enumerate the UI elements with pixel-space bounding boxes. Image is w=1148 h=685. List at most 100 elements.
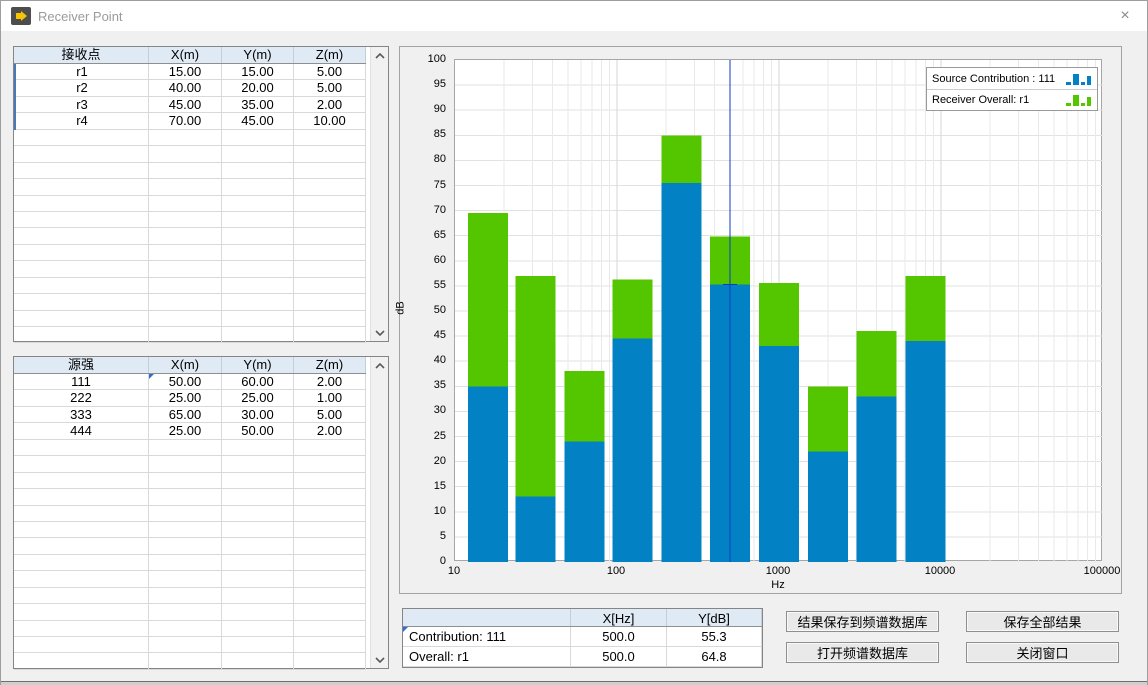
table-row[interactable] bbox=[14, 604, 366, 620]
spectrum-chart[interactable] bbox=[455, 60, 1103, 562]
table-cell[interactable] bbox=[14, 261, 149, 277]
table-cell[interactable] bbox=[149, 440, 222, 456]
table-cell[interactable] bbox=[149, 637, 222, 653]
table-row[interactable] bbox=[14, 146, 366, 162]
table-cell[interactable] bbox=[222, 621, 294, 637]
table-cell[interactable] bbox=[149, 163, 222, 179]
table-row[interactable] bbox=[14, 130, 366, 146]
table-cell[interactable] bbox=[149, 228, 222, 244]
table-cell[interactable] bbox=[14, 538, 149, 554]
table-cell[interactable] bbox=[294, 506, 366, 522]
legend-item-overall[interactable]: Receiver Overall: r1 bbox=[927, 89, 1097, 110]
table-cell[interactable]: r1 bbox=[16, 64, 149, 80]
table-cell[interactable] bbox=[222, 637, 294, 653]
table-row[interactable] bbox=[14, 294, 366, 310]
table-row[interactable]: r240.0020.005.00 bbox=[14, 80, 366, 96]
scroll-up-icon[interactable] bbox=[371, 47, 388, 64]
table-cell[interactable] bbox=[149, 196, 222, 212]
table-cell[interactable]: Overall: r1 bbox=[403, 647, 571, 667]
table-cell[interactable]: 500.0 bbox=[571, 627, 667, 647]
table-cell[interactable] bbox=[222, 196, 294, 212]
table-cell[interactable] bbox=[149, 456, 222, 472]
table-cell[interactable] bbox=[294, 604, 366, 620]
table-cell[interactable] bbox=[149, 473, 222, 489]
table-row[interactable]: 22225.0025.001.00 bbox=[14, 390, 366, 406]
table-cell[interactable] bbox=[14, 653, 149, 669]
table-cell[interactable] bbox=[14, 473, 149, 489]
scroll-down-icon[interactable] bbox=[371, 324, 388, 341]
table-cell[interactable] bbox=[294, 588, 366, 604]
table-cell[interactable] bbox=[14, 637, 149, 653]
table-cell[interactable]: 45.00 bbox=[149, 97, 222, 113]
table-cell[interactable] bbox=[294, 522, 366, 538]
table-cell[interactable] bbox=[294, 196, 366, 212]
table-cell[interactable] bbox=[222, 212, 294, 228]
table-cell[interactable]: r2 bbox=[16, 80, 149, 96]
table-row[interactable]: 33365.0030.005.00 bbox=[14, 407, 366, 423]
table-cell[interactable] bbox=[14, 604, 149, 620]
table-cell[interactable] bbox=[14, 212, 149, 228]
table-cell[interactable] bbox=[149, 278, 222, 294]
table-cell[interactable]: 444 bbox=[14, 423, 149, 439]
table-cell[interactable] bbox=[14, 588, 149, 604]
table-cell[interactable] bbox=[294, 228, 366, 244]
table-cell[interactable]: 45.00 bbox=[222, 113, 294, 129]
table-cell[interactable] bbox=[294, 571, 366, 587]
table-cell[interactable] bbox=[294, 621, 366, 637]
table-cell[interactable]: 2.00 bbox=[294, 97, 366, 113]
table-row[interactable] bbox=[14, 278, 366, 294]
table-row[interactable] bbox=[14, 621, 366, 637]
table-cell[interactable]: 222 bbox=[14, 390, 149, 406]
table-cell[interactable] bbox=[149, 571, 222, 587]
table-cell[interactable] bbox=[14, 245, 149, 261]
close-window-button[interactable]: 关闭窗口 bbox=[966, 642, 1119, 663]
table-cell[interactable] bbox=[294, 440, 366, 456]
table-cell[interactable] bbox=[222, 538, 294, 554]
table-cell[interactable] bbox=[222, 294, 294, 310]
table-cell[interactable] bbox=[222, 588, 294, 604]
table-cell[interactable] bbox=[294, 278, 366, 294]
table-cell[interactable] bbox=[149, 538, 222, 554]
table-cell[interactable] bbox=[149, 130, 222, 146]
table-row[interactable] bbox=[14, 261, 366, 277]
table-row[interactable] bbox=[14, 196, 366, 212]
table-cell[interactable] bbox=[149, 522, 222, 538]
table-cell[interactable]: 333 bbox=[14, 407, 149, 423]
table-cell[interactable] bbox=[294, 261, 366, 277]
table-cell[interactable] bbox=[294, 327, 366, 343]
table-cell[interactable]: r4 bbox=[16, 113, 149, 129]
table-cell[interactable] bbox=[222, 278, 294, 294]
table-cell[interactable] bbox=[222, 163, 294, 179]
table-cell[interactable]: 111 bbox=[14, 374, 149, 390]
table-cell[interactable]: 25.00 bbox=[149, 423, 222, 439]
table-cell[interactable] bbox=[222, 456, 294, 472]
table-cell[interactable] bbox=[222, 604, 294, 620]
table-row[interactable]: r115.0015.005.00 bbox=[14, 64, 366, 80]
table-cell[interactable] bbox=[149, 506, 222, 522]
scroll-down-icon[interactable] bbox=[371, 651, 388, 668]
table-cell[interactable]: 50.00 bbox=[149, 374, 222, 390]
table-cell[interactable]: Contribution: 111 bbox=[403, 627, 571, 647]
table-cell[interactable] bbox=[14, 327, 149, 343]
table-row[interactable] bbox=[14, 456, 366, 472]
table-row[interactable] bbox=[14, 245, 366, 261]
scroll-up-icon[interactable] bbox=[371, 357, 388, 374]
table-row[interactable] bbox=[14, 571, 366, 587]
table-cell[interactable]: 30.00 bbox=[222, 407, 294, 423]
table-cell[interactable]: r3 bbox=[16, 97, 149, 113]
table-cell[interactable] bbox=[14, 571, 149, 587]
table-cell[interactable] bbox=[222, 571, 294, 587]
table-cell[interactable] bbox=[222, 473, 294, 489]
table-row[interactable] bbox=[14, 440, 366, 456]
table-cell[interactable] bbox=[222, 440, 294, 456]
table-cell[interactable] bbox=[14, 440, 149, 456]
table-row[interactable] bbox=[14, 637, 366, 653]
table-cell[interactable] bbox=[14, 130, 149, 146]
table-row[interactable] bbox=[14, 489, 366, 505]
table-row[interactable]: r470.0045.0010.00 bbox=[14, 113, 366, 129]
table-row[interactable] bbox=[14, 311, 366, 327]
table-row[interactable] bbox=[14, 228, 366, 244]
table-cell[interactable]: 15.00 bbox=[222, 64, 294, 80]
table-cell[interactable]: 64.8 bbox=[667, 647, 762, 667]
table-cell[interactable] bbox=[222, 311, 294, 327]
